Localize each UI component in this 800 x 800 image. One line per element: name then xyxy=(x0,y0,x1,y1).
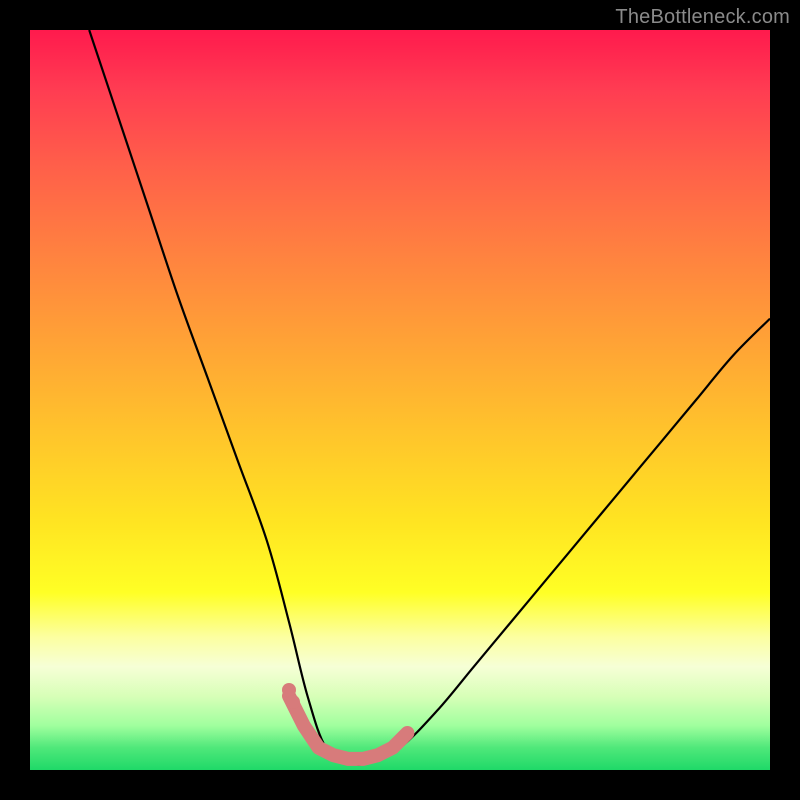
plot-area xyxy=(30,30,770,770)
chart-container: TheBottleneck.com xyxy=(0,0,800,800)
bottleneck-curve xyxy=(89,30,770,765)
watermark-text: TheBottleneck.com xyxy=(615,6,790,29)
chart-svg xyxy=(30,30,770,770)
bottom-marker-band xyxy=(282,683,407,759)
